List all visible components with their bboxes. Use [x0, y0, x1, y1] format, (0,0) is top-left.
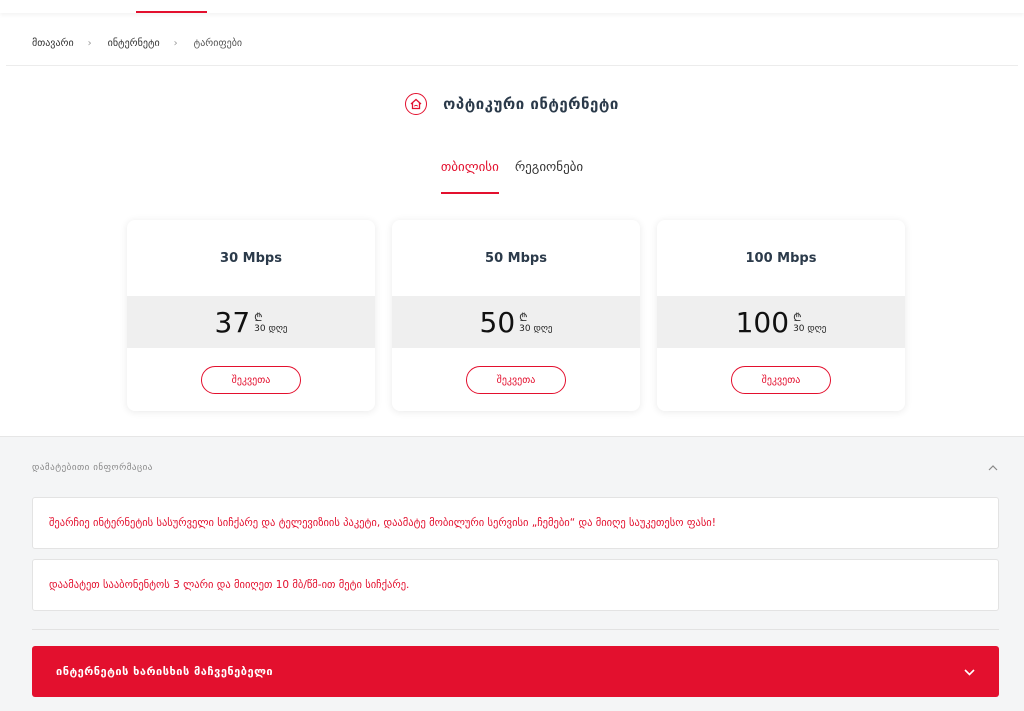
additional-info-section: დამატებითი ინფორმაცია შეარჩიე ინტერნეტის…	[0, 436, 1024, 711]
chevron-up-icon	[988, 463, 998, 474]
plan-price: 37	[214, 305, 251, 339]
plan-card: 50 Mbps 50 ₾ 30 დღე შეკვეთა	[392, 220, 640, 411]
chevron-down-icon	[964, 665, 975, 679]
plan-period: 30 დღე	[254, 324, 288, 334]
lari-icon: ₾	[519, 311, 528, 324]
breadcrumb: მთავარი › ინტერნეტი › ტარიფები	[32, 36, 242, 50]
internet-quality-accordion[interactable]: ინტერნეტის ხარისხის მაჩვენებელი	[32, 646, 999, 697]
plan-cards: 30 Mbps 37 ₾ 30 დღე შეკვეთა 50 Mbps 50 ₾…	[127, 220, 905, 411]
section-header: ოპტიკური ინტერნეტი	[0, 90, 1024, 118]
plan-period: 30 დღე	[519, 324, 553, 334]
page-title: ოპტიკური ინტერნეტი	[443, 95, 619, 113]
region-tabs: თბილისი რეგიონები	[0, 160, 1024, 196]
top-nav-bar	[0, 0, 1024, 13]
plan-price: 50	[479, 305, 516, 339]
breadcrumb-item-tariffs: ტარიფები	[193, 37, 243, 49]
plan-price-unit: ₾ 30 დღე	[793, 311, 827, 335]
plan-speed: 30 Mbps	[220, 251, 282, 266]
lari-icon: ₾	[254, 311, 263, 324]
chevron-right-icon: ›	[173, 37, 178, 49]
tab-regions[interactable]: რეგიონები	[515, 160, 583, 196]
info-item: შეარჩიე ინტერნეტის სასურველი სიჩქარე და …	[32, 497, 999, 549]
order-button[interactable]: შეკვეთა	[731, 366, 831, 394]
plan-card: 30 Mbps 37 ₾ 30 დღე შეკვეთა	[127, 220, 375, 411]
additional-info-toggle[interactable]: დამატებითი ინფორმაცია	[32, 460, 998, 476]
plan-price-unit: ₾ 30 დღე	[519, 311, 553, 335]
plan-period: 30 დღე	[793, 324, 827, 334]
plan-speed: 50 Mbps	[485, 251, 547, 266]
breadcrumb-item-internet[interactable]: ინტერნეტი	[108, 38, 160, 49]
plan-price-band: 100 ₾ 30 დღე	[657, 296, 905, 348]
order-button[interactable]: შეკვეთა	[466, 366, 566, 394]
info-item: დაამატეთ სააბონენტოს 3 ლარი და მიიღეთ 10…	[32, 559, 999, 611]
plan-card: 100 Mbps 100 ₾ 30 დღე შეკვეთა	[657, 220, 905, 411]
top-nav-active-indicator	[136, 11, 207, 13]
info-divider	[32, 629, 999, 630]
internet-quality-label: ინტერნეტის ხარისხის მაჩვენებელი	[56, 665, 274, 678]
plan-speed: 100 Mbps	[745, 251, 817, 266]
plan-price: 100	[735, 305, 790, 339]
order-button[interactable]: შეკვეთა	[201, 366, 301, 394]
plan-price-band: 50 ₾ 30 დღე	[392, 296, 640, 348]
breadcrumb-item-home[interactable]: მთავარი	[32, 38, 74, 49]
tab-tbilisi[interactable]: თბილისი	[440, 160, 499, 196]
plan-price-unit: ₾ 30 დღე	[254, 311, 288, 335]
house-wifi-icon	[405, 93, 428, 115]
additional-info-label: დამატებითი ინფორმაცია	[32, 463, 153, 473]
breadcrumb-divider	[6, 65, 1018, 66]
chevron-right-icon: ›	[87, 37, 92, 49]
lari-icon: ₾	[793, 311, 802, 324]
plan-price-band: 37 ₾ 30 დღე	[127, 296, 375, 348]
